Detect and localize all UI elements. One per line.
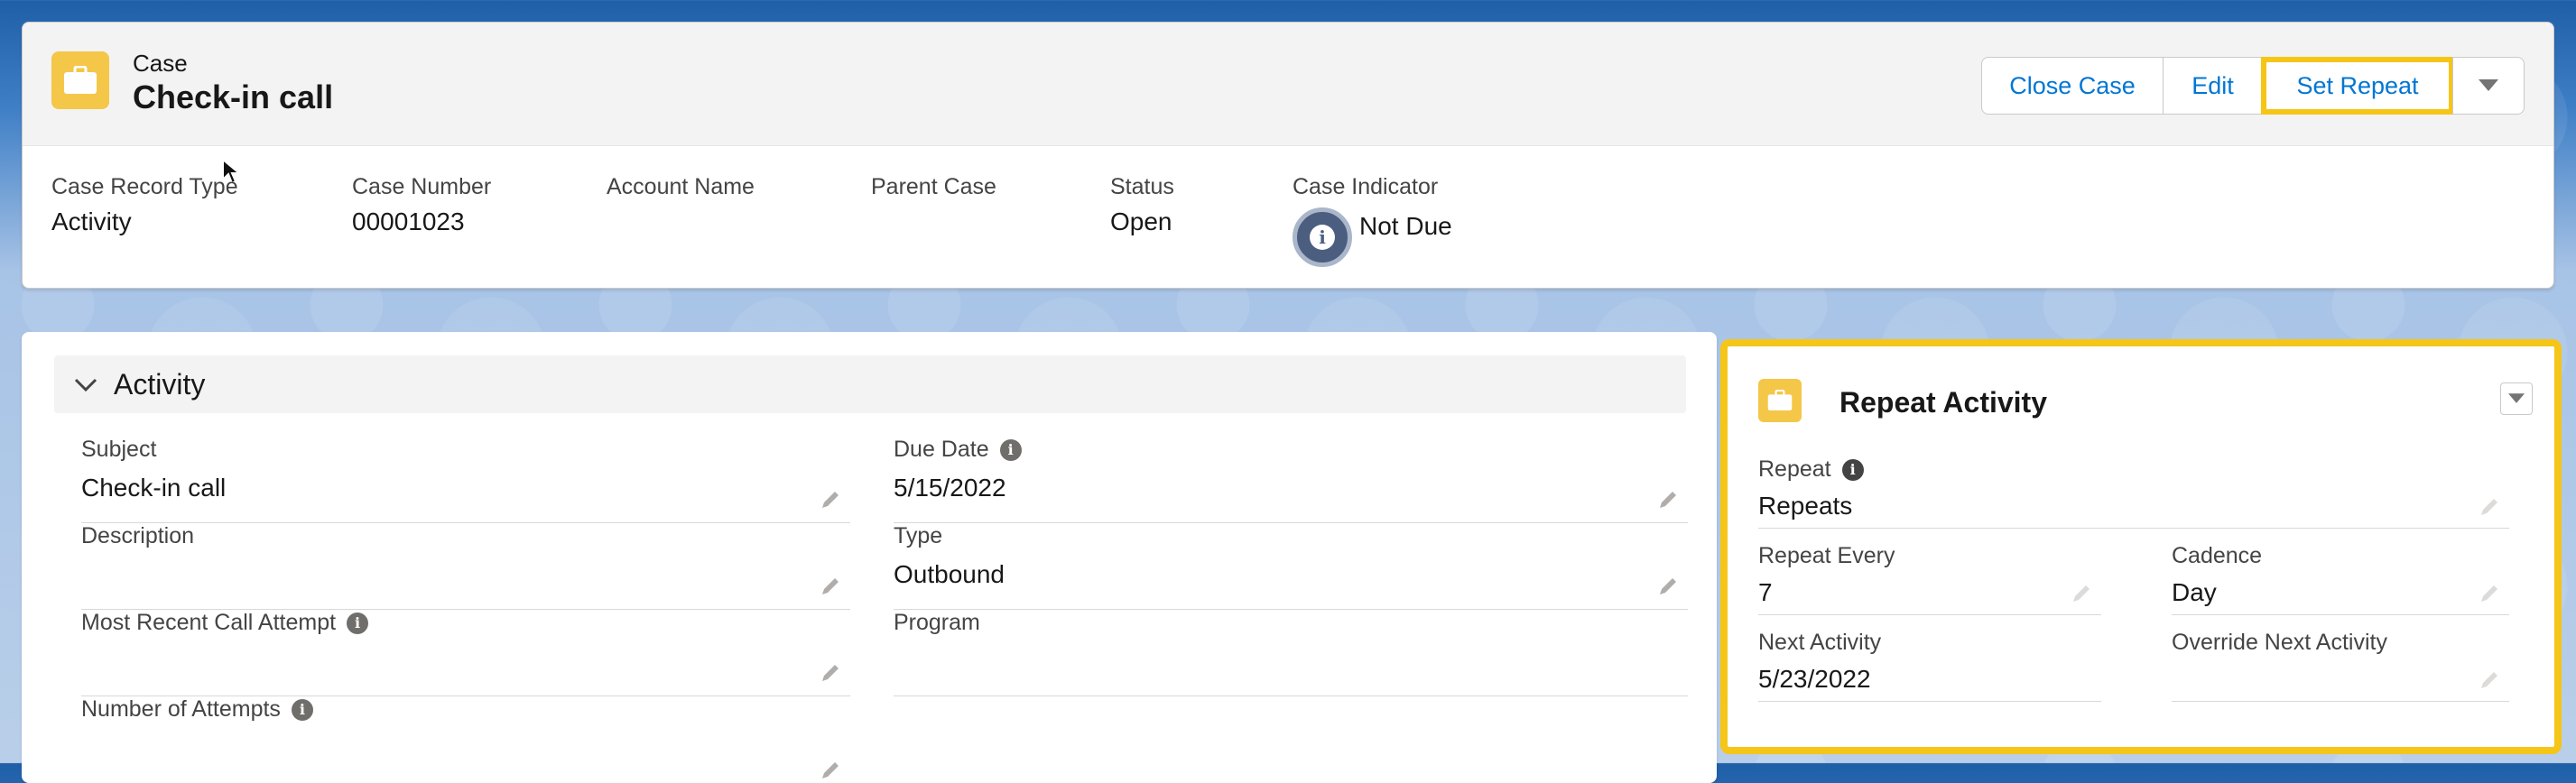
pencil-icon[interactable] xyxy=(2071,583,2092,604)
field-label: Due Date i xyxy=(894,437,1688,463)
field-repeat: Repeat i Repeats xyxy=(1758,456,2509,529)
highlight-label: Status xyxy=(1110,174,1174,199)
info-icon[interactable]: i xyxy=(1841,458,1864,481)
highlight-parent-case: Parent Case xyxy=(871,174,996,207)
highlight-case-indicator: Case Indicator i Not Due xyxy=(1293,174,1452,267)
highlight-label: Case Indicator xyxy=(1293,174,1439,199)
edit-button[interactable]: Edit xyxy=(2164,57,2263,115)
field-label: Most Recent Call Attempt i xyxy=(81,610,850,636)
divider xyxy=(2172,701,2509,702)
field-label: Number of Attempts i xyxy=(81,696,850,723)
pencil-icon[interactable] xyxy=(820,576,841,597)
highlight-label: Account Name xyxy=(607,174,755,199)
highlight-label: Case Record Type xyxy=(51,174,238,199)
card-menu-button[interactable] xyxy=(2500,382,2533,415)
case-header: Case Check-in call Close Case Edit Set R… xyxy=(22,22,2554,289)
divider xyxy=(1758,528,2509,529)
field-label: Override Next Activity xyxy=(2172,630,2387,655)
divider xyxy=(894,695,1688,696)
field-label: Next Activity xyxy=(1758,630,1882,655)
field-repeat-every: Repeat Every 7 xyxy=(1758,543,2101,615)
field-value: Check-in call xyxy=(81,474,227,502)
highlight-label: Parent Case xyxy=(871,174,996,199)
field-label-text: Most Recent Call Attempt xyxy=(81,610,337,635)
object-label: Case xyxy=(133,50,188,77)
more-actions-button[interactable] xyxy=(2452,57,2525,115)
field-value: 5/23/2022 xyxy=(1758,665,1871,693)
field-label-text: Repeat xyxy=(1758,456,1831,482)
field-value xyxy=(894,647,1688,677)
briefcase-icon xyxy=(51,51,109,109)
highlight-value: Activity xyxy=(51,207,132,235)
briefcase-icon xyxy=(1758,379,1802,422)
pencil-icon[interactable] xyxy=(1657,576,1679,597)
highlight-value: 00001023 xyxy=(352,207,465,235)
divider xyxy=(2172,614,2509,615)
field-value: Day xyxy=(2172,578,2217,606)
field-cadence: Cadence Day xyxy=(2172,543,2509,615)
case-indicator: i Not Due xyxy=(1293,206,1452,267)
field-override-next-activity: Override Next Activity xyxy=(2172,630,2509,702)
highlight-value: Open xyxy=(1110,207,1172,235)
pencil-icon[interactable] xyxy=(2479,583,2500,604)
page-title: Check-in call xyxy=(133,78,334,115)
highlight-case-number: Case Number 00001023 xyxy=(352,174,491,236)
highlight-account-name: Account Name xyxy=(607,174,755,207)
info-icon[interactable]: i xyxy=(347,612,369,634)
chevron-down-icon[interactable] xyxy=(72,371,99,398)
highlights-panel: Case Record Type Activity Case Number 00… xyxy=(51,174,2525,273)
field-value xyxy=(81,647,850,677)
field-value: Repeats xyxy=(1758,492,1853,520)
field-value: Outbound xyxy=(894,560,1005,588)
field-label-text: Number of Attempts xyxy=(81,696,281,722)
field-next-activity: Next Activity 5/23/2022 xyxy=(1758,630,2101,702)
field-label: Description xyxy=(81,523,195,548)
divider xyxy=(1758,701,2101,702)
field-value xyxy=(81,733,850,764)
field-most-recent-call-attempt: Most Recent Call Attempt i xyxy=(81,610,850,696)
field-number-of-attempts: Number of Attempts i xyxy=(81,696,850,783)
field-label: Type xyxy=(894,523,943,548)
repeat-activity-card: Repeat Activity Repeat i Repeats Repeat E… xyxy=(1720,339,2562,754)
pencil-icon[interactable] xyxy=(820,662,841,684)
field-value: 7 xyxy=(1758,578,1773,606)
card-title: Repeat Activity xyxy=(1839,386,2047,419)
activity-card: Activity Subject Check-in call Descripti… xyxy=(22,332,1717,783)
highlight-record-type: Case Record Type Activity xyxy=(51,174,238,236)
pencil-icon[interactable] xyxy=(820,489,841,511)
info-icon[interactable]: i xyxy=(291,698,313,721)
pencil-icon[interactable] xyxy=(2479,496,2500,518)
field-value xyxy=(2172,665,2509,695)
pencil-icon[interactable] xyxy=(2479,669,2500,691)
section-header-activity[interactable]: Activity xyxy=(54,355,1686,413)
info-icon[interactable]: i xyxy=(999,438,1022,461)
field-label-text: Due Date xyxy=(894,437,989,462)
dropdown-arrow-icon xyxy=(2508,393,2525,403)
field-type: Type Outbound xyxy=(894,523,1688,610)
pencil-icon[interactable] xyxy=(1657,489,1679,511)
set-repeat-button[interactable]: Set Repeat xyxy=(2261,57,2454,115)
field-value xyxy=(81,560,850,591)
close-case-button[interactable]: Close Case xyxy=(1981,57,2164,115)
field-label: Cadence xyxy=(2172,543,2263,568)
field-label: Repeat i xyxy=(1758,456,2509,483)
field-description: Description xyxy=(81,523,850,610)
action-buttons: Close Case Edit Set Repeat xyxy=(1981,57,2525,115)
section-title: Activity xyxy=(114,367,206,401)
highlight-label: Case Number xyxy=(352,174,492,199)
info-icon: i xyxy=(1293,207,1352,267)
highlight-status: Status Open xyxy=(1110,174,1174,236)
indicator-value: Not Due xyxy=(1359,212,1452,240)
field-program: Program xyxy=(894,610,1688,696)
field-due-date: Due Date i 5/15/2022 xyxy=(894,437,1688,523)
field-subject: Subject Check-in call xyxy=(81,437,850,523)
field-label: Subject xyxy=(81,437,157,462)
header-top: Case Check-in call Close Case Edit Set R… xyxy=(23,23,2553,146)
dropdown-arrow-icon xyxy=(2479,79,2498,91)
field-value: 5/15/2022 xyxy=(894,474,1006,502)
divider xyxy=(1758,614,2101,615)
field-label: Repeat Every xyxy=(1758,543,1895,568)
field-label: Program xyxy=(894,610,980,635)
